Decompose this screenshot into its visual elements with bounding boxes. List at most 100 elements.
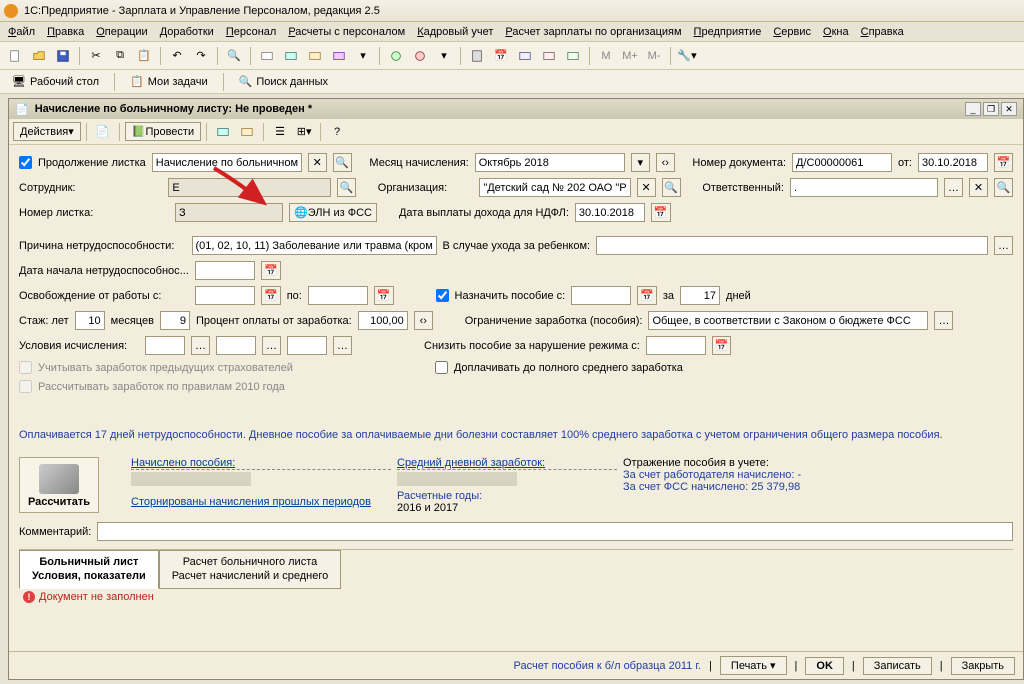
tb-find[interactable]: 🔍 [223,45,245,67]
tb-d2[interactable] [236,121,258,143]
ndfl-calendar[interactable]: 📅 [651,203,671,222]
month-dropdown[interactable]: ▾ [631,153,650,172]
full-avg-checkbox[interactable] [435,361,448,374]
release-to-cal[interactable]: 📅 [374,286,394,305]
conduct-button[interactable]: 📗 Провести [125,122,201,141]
tb-d1[interactable] [212,121,234,143]
tab-desktop[interactable]: 🖥Рабочий стол [4,73,107,90]
tab-sick-leave[interactable]: Больничный лист Условия, показатели [19,550,159,589]
days-field[interactable] [680,286,720,305]
save-button[interactable]: Записать [863,657,932,675]
ndfl-field[interactable] [575,203,645,222]
menu-service[interactable]: Сервис [773,26,811,38]
child-more[interactable]: … [994,236,1013,255]
docnum-field[interactable] [792,153,892,172]
limit-field[interactable] [648,311,928,330]
tb-open[interactable] [28,45,50,67]
assign-cal[interactable]: 📅 [637,286,657,305]
cond2-more[interactable]: … [262,336,281,355]
stazh-years-field[interactable] [75,311,105,330]
menu-enterprise[interactable]: Предприятие [694,26,762,38]
ok-button[interactable]: OK [805,657,844,675]
start-field[interactable] [195,261,255,280]
percent-spin[interactable]: ‹› [414,311,433,330]
org-lookup[interactable]: 🔍 [662,178,681,197]
reduce-cal[interactable]: 📅 [712,336,732,355]
stazh-months-field[interactable] [160,311,190,330]
tb-c2[interactable] [538,45,560,67]
menu-hr[interactable]: Кадровый учет [417,26,493,38]
tb-paste[interactable]: 📋 [133,45,155,67]
tb-docnew[interactable]: 📄 [92,121,114,143]
cond3-field[interactable] [287,336,327,355]
menu-edit[interactable]: Правка [47,26,84,38]
org-clear[interactable]: ✕ [637,178,656,197]
cond1-more[interactable]: … [191,336,210,355]
menu-windows[interactable]: Окна [823,26,849,38]
tb-a1[interactable] [256,45,278,67]
child-field[interactable] [596,236,988,255]
close-doc-button[interactable]: Закрыть [951,657,1015,675]
tab-tasks[interactable]: 📋Мои задачи [122,73,216,90]
menu-salary[interactable]: Расчет зарплаты по организациям [505,26,681,38]
eln-button[interactable]: 🌐 ЭЛН из ФСС [289,203,377,222]
employee-field[interactable] [168,178,331,197]
month-field[interactable] [475,153,625,172]
cond1-field[interactable] [145,336,185,355]
tb-a3[interactable] [304,45,326,67]
employee-lookup[interactable]: 🔍 [337,178,356,197]
menu-operations[interactable]: Операции [96,26,147,38]
close-button[interactable]: ✕ [1001,102,1017,116]
reduce-field[interactable] [646,336,706,355]
continuation-clear[interactable]: ✕ [308,153,327,172]
actions-dropdown[interactable]: Действия ▾ [13,122,81,141]
assign-checkbox[interactable] [436,289,449,302]
responsible-clear[interactable]: ✕ [969,178,988,197]
percent-field[interactable] [358,311,408,330]
maximize-button[interactable]: ❐ [983,102,999,116]
tb-c1[interactable] [514,45,536,67]
tab-calculation[interactable]: Расчет больничного листа Расчет начислен… [159,550,342,589]
cond3-more[interactable]: … [333,336,352,355]
tb-b3[interactable]: ▾ [433,45,455,67]
assign-field[interactable] [571,286,631,305]
tb-a5[interactable]: ▾ [352,45,374,67]
continuation-checkbox[interactable] [19,156,32,169]
release-from-cal[interactable]: 📅 [261,286,281,305]
tb-b2[interactable] [409,45,431,67]
menu-file[interactable]: Файл [8,26,35,38]
start-calendar[interactable]: 📅 [261,261,281,280]
calculate-button[interactable]: Рассчитать [19,457,99,513]
storno-link[interactable]: Сторнированы начисления прошлых периодов [131,496,391,508]
responsible-more[interactable]: … [944,178,963,197]
menu-help[interactable]: Справка [861,26,904,38]
tb-new[interactable] [4,45,26,67]
menu-addons[interactable]: Доработки [160,26,214,38]
tb-mminus[interactable]: M- [643,45,665,67]
tb-undo[interactable]: ↶ [166,45,188,67]
continuation-field[interactable] [152,153,302,172]
responsible-field[interactable] [790,178,938,197]
release-from-field[interactable] [195,286,255,305]
tb-a2[interactable] [280,45,302,67]
continuation-lookup[interactable]: 🔍 [333,153,352,172]
tb-tree[interactable]: ⊞▾ [293,121,315,143]
tb-calc[interactable] [466,45,488,67]
tb-b1[interactable] [385,45,407,67]
tb-list[interactable]: ☰ [269,121,291,143]
tb-cut[interactable]: ✂ [85,45,107,67]
cond2-field[interactable] [216,336,256,355]
tb-wrench[interactable]: 🔧▾ [676,45,698,67]
menu-personnel[interactable]: Персонал [226,26,277,38]
month-spinner[interactable]: ‹› [656,153,675,172]
release-to-field[interactable] [308,286,368,305]
tb-m[interactable]: M [595,45,617,67]
from-calendar[interactable]: 📅 [994,153,1013,172]
tb-mplus[interactable]: M+ [619,45,641,67]
minimize-button[interactable]: _ [965,102,981,116]
reason-field[interactable] [192,236,437,255]
tb-redo[interactable]: ↷ [190,45,212,67]
accrued-link[interactable]: Начислено пособия: [131,457,391,470]
comment-field[interactable] [97,522,1013,541]
menu-payroll[interactable]: Расчеты с персоналом [288,26,405,38]
